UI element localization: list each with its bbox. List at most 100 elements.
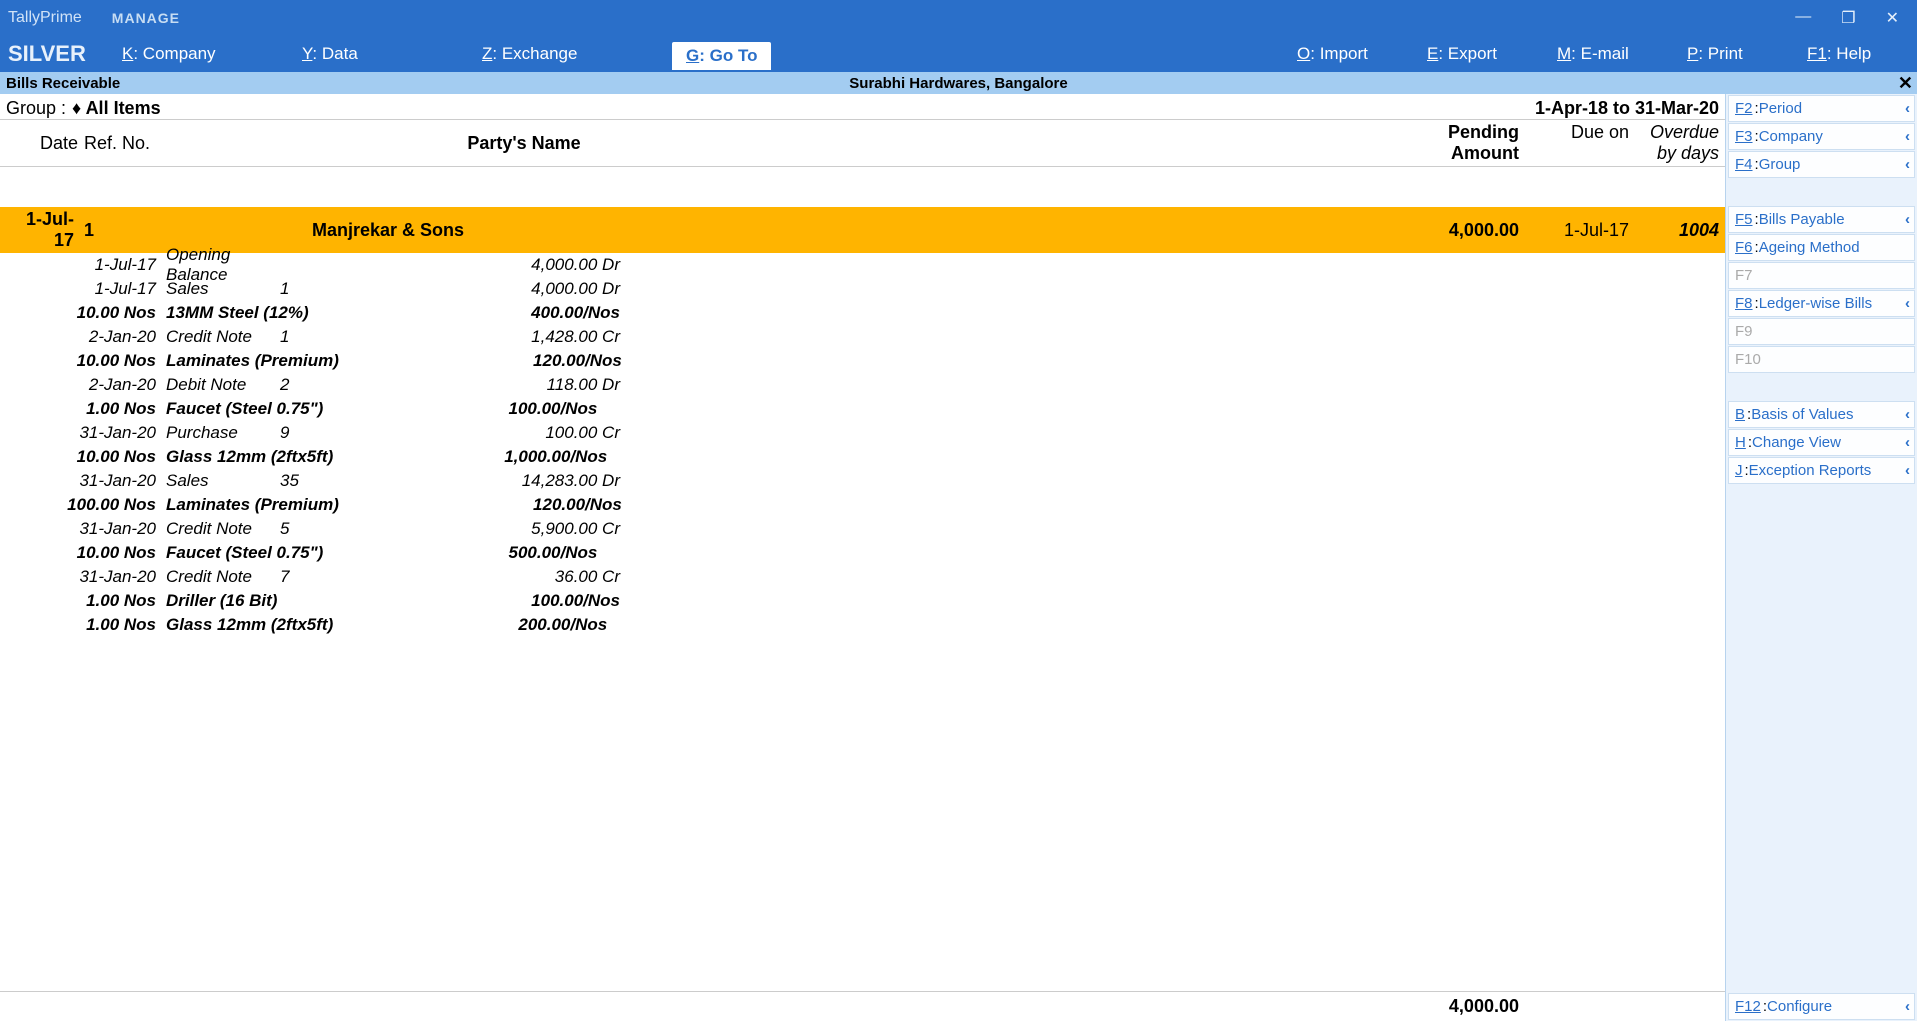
detail-row[interactable]: 1-Jul-17Sales14,000.00 Dr — [0, 277, 1725, 301]
detail-item: Laminates (Premium) — [166, 495, 339, 515]
context-bar: Bills Receivable Surabhi Hardwares, Bang… — [0, 72, 1917, 94]
detail-row[interactable]: 1.00 NosGlass 12mm (2ftx5ft)200.00/Nos — [0, 613, 1725, 637]
rp-group[interactable]: F4: Group — [1728, 151, 1915, 178]
column-headers: Date Ref. No. Party's Name PendingAmount… — [0, 119, 1725, 167]
detail-amt: 1,428.00 Cr — [320, 327, 620, 347]
detail-item: Glass 12mm (2ftx5ft) — [166, 447, 333, 467]
hdr-dueon: Due on — [1519, 122, 1629, 143]
rp-ageing-method[interactable]: F6: Ageing Method — [1728, 234, 1915, 261]
detail-item: 13MM Steel (12%) — [166, 303, 320, 323]
menu-exchange[interactable]: Z: Exchange — [472, 36, 672, 72]
detail-no: 35 — [280, 471, 320, 491]
menu-email[interactable]: M: E-mail — [1547, 36, 1677, 72]
group-label: Group : — [6, 98, 66, 119]
detail-rate: 400.00/Nos — [320, 303, 620, 323]
detail-qty: 10.00 Nos — [6, 351, 166, 371]
detail-rate: 120.00/Nos — [339, 495, 622, 515]
detail-qty: 100.00 Nos — [6, 495, 166, 515]
detail-date: 31-Jan-20 — [6, 471, 166, 491]
close-icon[interactable]: ✕ — [1886, 8, 1899, 28]
detail-qty: 1.00 Nos — [6, 615, 166, 635]
period-value: 1-Apr-18 to 31-Mar-20 — [1535, 98, 1719, 119]
screen-name: Bills Receivable — [0, 75, 120, 92]
filter-row: Group : ♦ All Items 1-Apr-18 to 31-Mar-2… — [0, 94, 1725, 119]
total-amount: 4,000.00 — [1339, 996, 1519, 1017]
hdr-ref: Ref. No. — [84, 133, 184, 154]
detail-row[interactable]: 10.00 NosFaucet (Steel 0.75")500.00/Nos — [0, 541, 1725, 565]
detail-row[interactable]: 10.00 NosGlass 12mm (2ftx5ft)1,000.00/No… — [0, 445, 1725, 469]
detail-row[interactable]: 31-Jan-20Purchase9100.00 Cr — [0, 421, 1725, 445]
menu-print[interactable]: P: Print — [1677, 36, 1797, 72]
window-controls: — ❐ ✕ — [1795, 8, 1909, 28]
menu-goto[interactable]: G: Go To — [672, 42, 771, 70]
detail-type: Credit Note — [166, 567, 280, 587]
detail-row[interactable]: 10.00 NosLaminates (Premium)120.00/Nos — [0, 349, 1725, 373]
detail-row[interactable]: 1-Jul-17Opening Balance4,000.00 Dr — [0, 253, 1725, 277]
detail-row[interactable]: 100.00 NosLaminates (Premium)120.00/Nos — [0, 493, 1725, 517]
detail-row[interactable]: 1.00 NosFaucet (Steel 0.75")100.00/Nos — [0, 397, 1725, 421]
detail-rate: 100.00/Nos — [323, 399, 597, 419]
minimize-icon[interactable]: — — [1795, 8, 1811, 28]
detail-row[interactable]: 31-Jan-20Sales3514,283.00 Dr — [0, 469, 1725, 493]
detail-date: 2-Jan-20 — [6, 327, 166, 347]
edition-label: SILVER — [0, 36, 112, 72]
detail-type: Sales — [166, 279, 280, 299]
detail-amt: 5,900.00 Cr — [320, 519, 620, 539]
rp-bills-payable[interactable]: F5: Bills Payable — [1728, 206, 1915, 233]
menu-data[interactable]: Y: Data — [292, 36, 472, 72]
bill-overdue: 1004 — [1629, 220, 1719, 241]
detail-amt: 100.00 Cr — [320, 423, 620, 443]
detail-date: 1-Jul-17 — [6, 255, 166, 275]
detail-row[interactable]: 31-Jan-20Credit Note736.00 Cr — [0, 565, 1725, 589]
detail-row[interactable]: 2-Jan-20Credit Note11,428.00 Cr — [0, 325, 1725, 349]
menu-export[interactable]: E: Export — [1417, 36, 1547, 72]
detail-rate: 100.00/Nos — [320, 591, 620, 611]
menu-bar: SILVER K: Company Y: Data Z: Exchange G:… — [0, 36, 1917, 72]
detail-no: 5 — [280, 519, 320, 539]
detail-rate: 200.00/Nos — [333, 615, 607, 635]
report-area: Group : ♦ All Items 1-Apr-18 to 31-Mar-2… — [0, 94, 1725, 1021]
detail-item: Faucet (Steel 0.75") — [166, 543, 323, 563]
rp-ledger-wise-bills[interactable]: F8: Ledger-wise Bills — [1728, 290, 1915, 317]
rp-exception-reports[interactable]: J: Exception Reports — [1728, 457, 1915, 484]
bill-date: 1-Jul-17 — [6, 209, 84, 251]
rp-f7: F7 — [1728, 262, 1915, 289]
rp-change-view[interactable]: H: Change View — [1728, 429, 1915, 456]
menu-help[interactable]: F1: Help — [1797, 36, 1917, 72]
detail-row[interactable]: 10.00 Nos13MM Steel (12%)400.00/Nos — [0, 301, 1725, 325]
rp-period[interactable]: F2: Period — [1728, 95, 1915, 122]
close-report-icon[interactable]: ✕ — [1898, 73, 1917, 94]
manage-label[interactable]: MANAGE — [112, 10, 180, 26]
bill-party: Manjrekar & Sons — [184, 220, 1339, 241]
detail-rate: 120.00/Nos — [339, 351, 622, 371]
detail-row[interactable]: 31-Jan-20Credit Note55,900.00 Cr — [0, 517, 1725, 541]
detail-type: Credit Note — [166, 327, 280, 347]
detail-type: Debit Note — [166, 375, 280, 395]
detail-row[interactable]: 2-Jan-20Debit Note2118.00 Dr — [0, 373, 1725, 397]
detail-date: 1-Jul-17 — [6, 279, 166, 299]
maximize-icon[interactable]: ❐ — [1841, 8, 1855, 28]
detail-rate: 1,000.00/Nos — [333, 447, 607, 467]
detail-qty: 1.00 Nos — [6, 399, 166, 419]
group-value[interactable]: ♦ All Items — [72, 98, 161, 119]
detail-item: Faucet (Steel 0.75") — [166, 399, 323, 419]
rp-basis-of-values[interactable]: B: Basis of Values — [1728, 401, 1915, 428]
app-name: TallyPrime — [8, 9, 82, 27]
detail-type: Purchase — [166, 423, 280, 443]
rp-configure[interactable]: F12: Configure — [1728, 993, 1915, 1020]
right-panel: F2: PeriodF3: CompanyF4: Group F5: Bills … — [1725, 94, 1917, 1021]
rp-f10: F10 — [1728, 346, 1915, 373]
detail-no: 2 — [280, 375, 320, 395]
title-bar: TallyPrime MANAGE — ❐ ✕ — [0, 0, 1917, 36]
menu-import[interactable]: O: Import — [1287, 36, 1417, 72]
detail-date: 31-Jan-20 — [6, 423, 166, 443]
bill-dueon: 1-Jul-17 — [1519, 220, 1629, 241]
menu-company[interactable]: K: Company — [112, 36, 292, 72]
company-name: Surabhi Hardwares, Bangalore — [849, 75, 1067, 92]
detail-item: Driller (16 Bit) — [166, 591, 320, 611]
detail-no: 1 — [280, 279, 320, 299]
rp-company[interactable]: F3: Company — [1728, 123, 1915, 150]
detail-type: Sales — [166, 471, 280, 491]
detail-row[interactable]: 1.00 NosDriller (16 Bit)100.00/Nos — [0, 589, 1725, 613]
detail-date: 2-Jan-20 — [6, 375, 166, 395]
